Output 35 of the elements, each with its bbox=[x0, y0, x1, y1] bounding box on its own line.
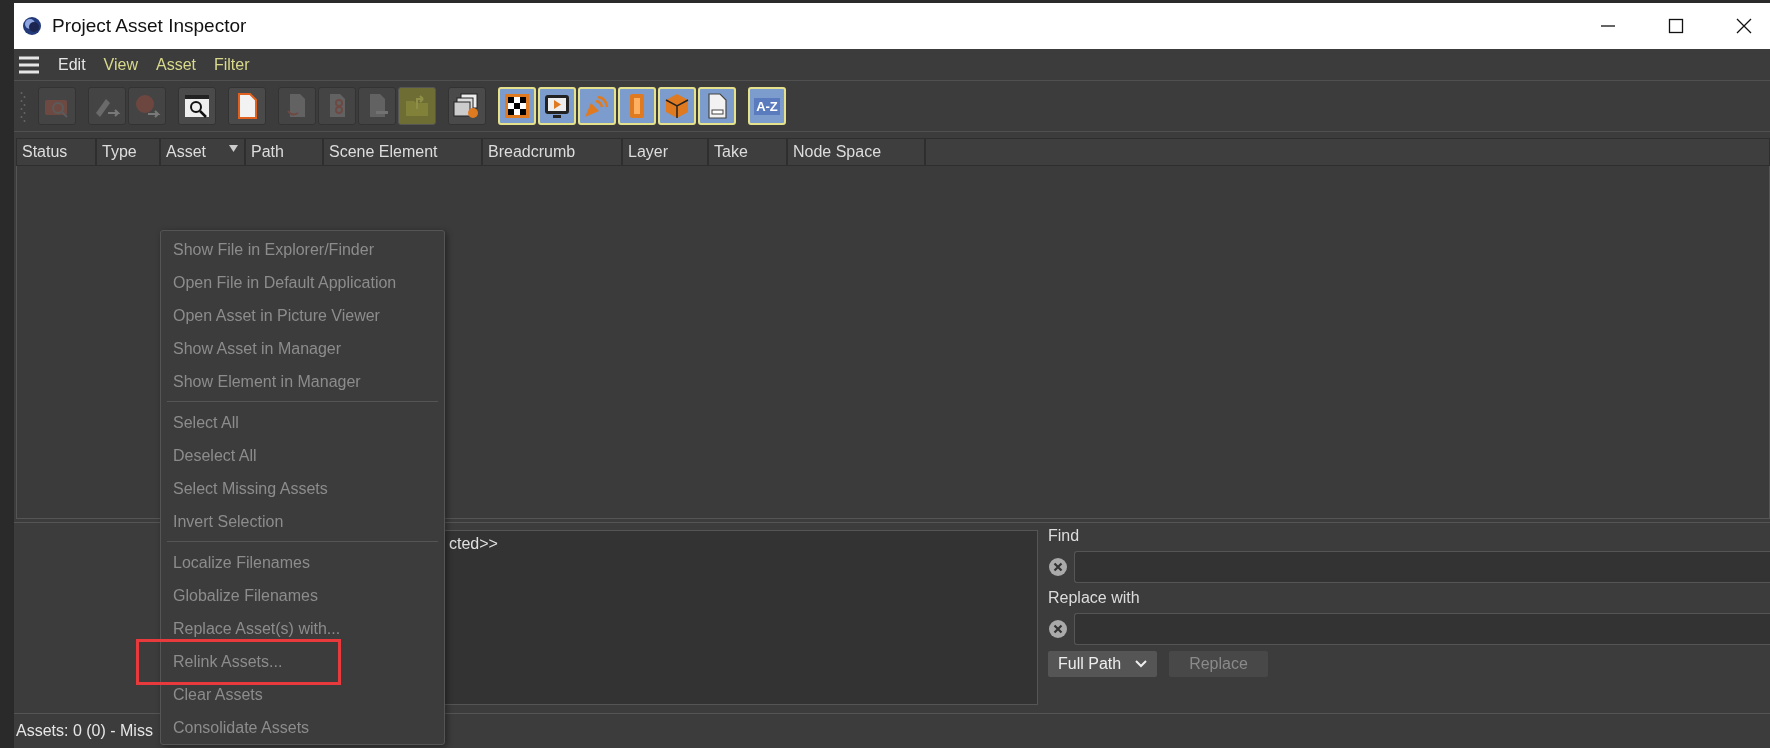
column-header[interactable]: Take bbox=[708, 138, 787, 166]
menu-item[interactable]: Filter bbox=[214, 55, 250, 74]
window-title: Project Asset Inspector bbox=[52, 15, 247, 37]
replace-label: Replace with bbox=[1048, 589, 1141, 607]
find-label: Find bbox=[1048, 527, 1081, 545]
menu-icon[interactable] bbox=[18, 55, 40, 74]
toolbar-button[interactable] bbox=[448, 87, 486, 125]
menu-item[interactable]: View bbox=[103, 55, 138, 74]
column-header[interactable]: Asset bbox=[160, 138, 245, 166]
close-icon[interactable] bbox=[1736, 18, 1752, 34]
mode-dropdown[interactable]: Full Path bbox=[1048, 651, 1158, 677]
toolbar-button[interactable]: A-Z bbox=[748, 87, 786, 125]
checkerboard-icon bbox=[502, 91, 532, 121]
menu-item[interactable]: Edit bbox=[58, 55, 86, 74]
sphere-icon bbox=[22, 16, 42, 36]
column-header[interactable]: Type bbox=[96, 138, 160, 166]
toolbar-button[interactable] bbox=[178, 87, 216, 125]
column-header[interactable]: Layer bbox=[622, 138, 708, 166]
menu-item[interactable]: Asset bbox=[155, 55, 196, 74]
column-header[interactable]: Breadcrumb bbox=[482, 138, 622, 166]
column-header[interactable]: Status bbox=[16, 138, 96, 166]
status-text: Assets: 0 (0) - Miss bbox=[16, 722, 153, 740]
grip-icon[interactable] bbox=[20, 89, 26, 123]
column-header[interactable]: Scene Element bbox=[323, 138, 482, 166]
column-header[interactable]: Path bbox=[245, 138, 323, 166]
find-field[interactable] bbox=[1074, 551, 1770, 583]
chevron-down-icon bbox=[1135, 660, 1148, 668]
toolbar-button[interactable] bbox=[228, 87, 266, 125]
replace-field[interactable] bbox=[1074, 613, 1770, 645]
clear-icon[interactable] bbox=[1048, 619, 1068, 639]
maximize-icon[interactable] bbox=[1668, 18, 1684, 34]
column-header[interactable]: Node Space bbox=[787, 138, 925, 166]
clear-icon[interactable] bbox=[1048, 557, 1068, 577]
sort-arrow-icon bbox=[229, 145, 238, 152]
details-text: cted>> bbox=[449, 535, 498, 552]
